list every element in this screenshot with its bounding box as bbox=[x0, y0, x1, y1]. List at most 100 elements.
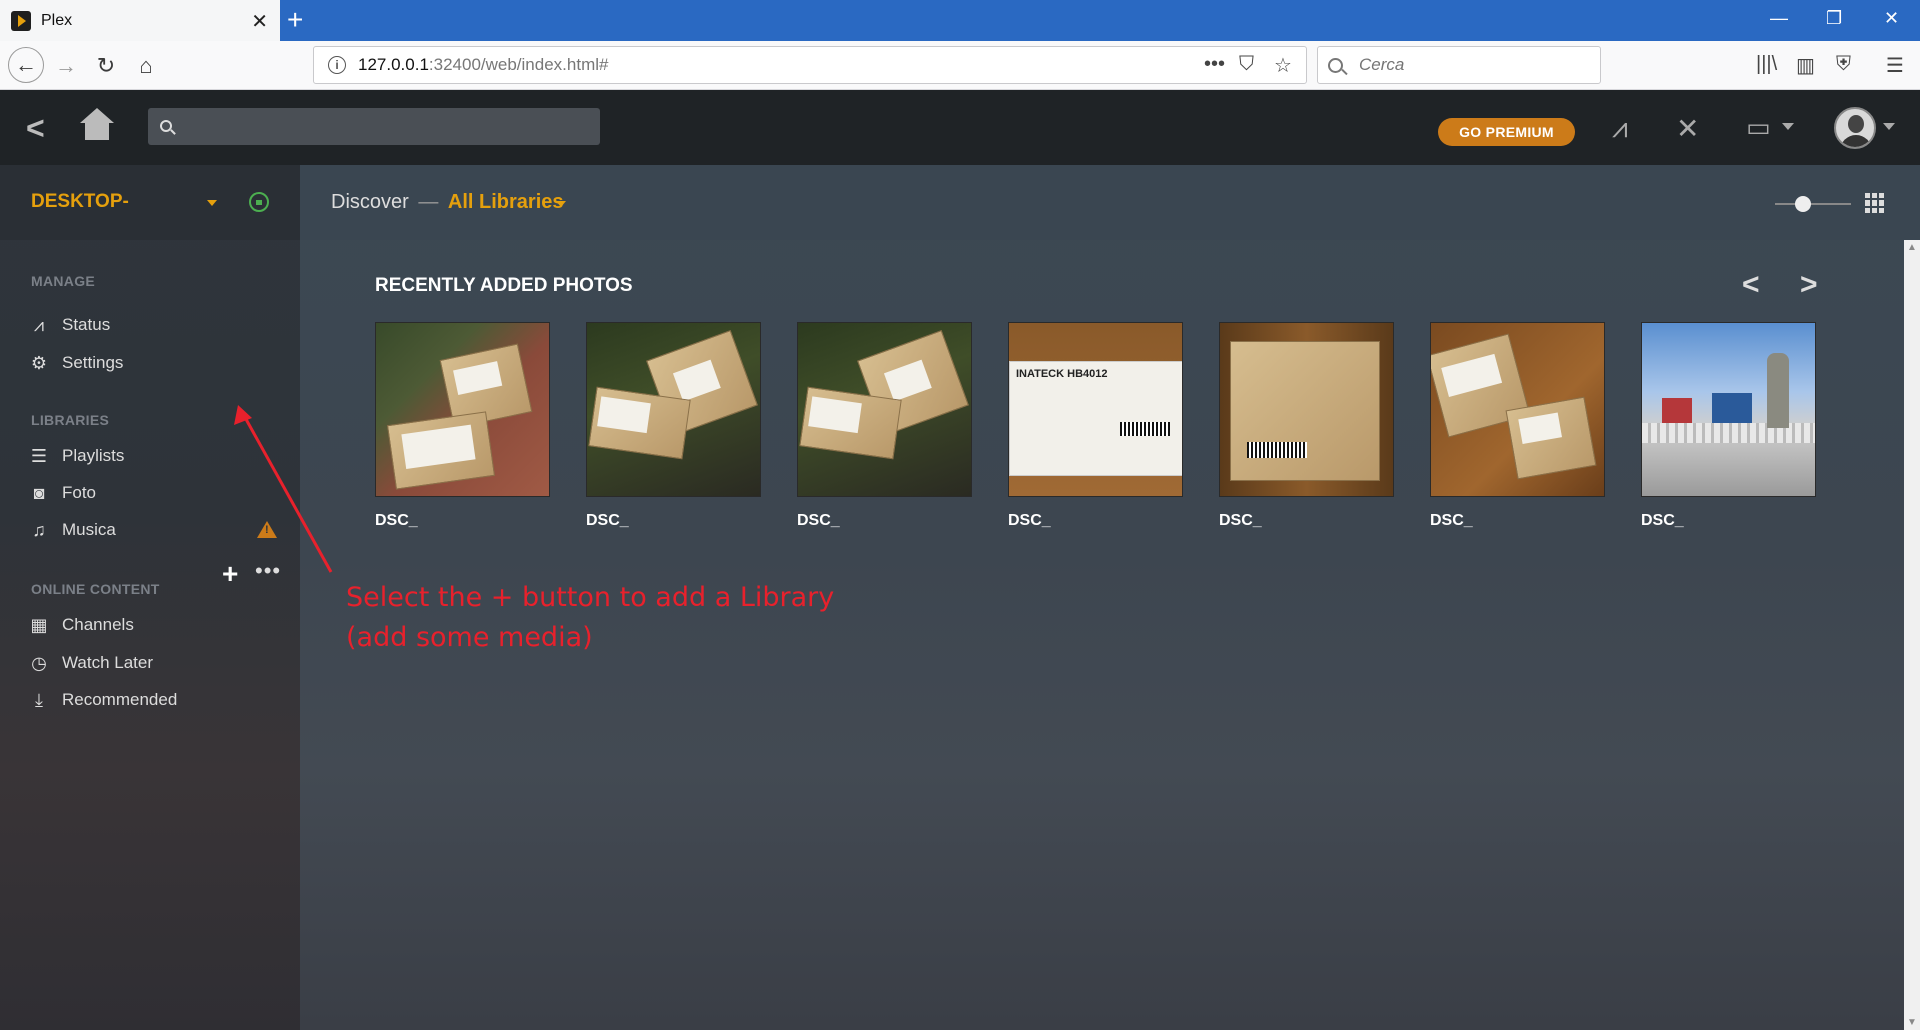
manage-section-title: MANAGE bbox=[31, 273, 96, 289]
avatar[interactable] bbox=[1834, 107, 1876, 149]
tab-close-icon[interactable]: ✕ bbox=[251, 9, 268, 34]
chevron-down-icon[interactable] bbox=[1883, 123, 1895, 130]
warning-icon[interactable] bbox=[257, 521, 277, 538]
page-actions-icon[interactable]: ••• bbox=[1204, 53, 1225, 76]
photo-thumbnail[interactable] bbox=[797, 322, 972, 497]
photo-thumbnail[interactable] bbox=[586, 322, 761, 497]
tools-icon[interactable]: ✕ bbox=[1676, 112, 1699, 145]
pocket-icon[interactable]: ⛉ bbox=[1239, 53, 1254, 76]
add-library-button[interactable]: + bbox=[222, 560, 238, 588]
close-window-icon[interactable]: ✕ bbox=[1884, 8, 1899, 29]
url-text: 127.0.0.1:32400/web/index.html# bbox=[358, 55, 609, 74]
server-selector[interactable]: DESKTOP- bbox=[0, 165, 300, 240]
plex-search-input[interactable] bbox=[148, 108, 600, 145]
reload-icon[interactable]: ↻ bbox=[90, 50, 122, 82]
chevron-down-icon[interactable] bbox=[1782, 123, 1794, 130]
list-icon: ☰ bbox=[30, 445, 48, 466]
photo-label[interactable]: DSC_ bbox=[375, 512, 418, 530]
sidebar-item-channels[interactable]: ▦ Channels bbox=[29, 611, 134, 639]
sidebar-item-label: Playlists bbox=[62, 446, 125, 465]
back-chevron-icon[interactable]: < bbox=[26, 110, 45, 147]
go-premium-button[interactable]: GO PREMIUM bbox=[1438, 118, 1575, 146]
photo-label[interactable]: DSC_ bbox=[1430, 512, 1473, 530]
photo-thumbnail[interactable] bbox=[1430, 322, 1605, 497]
browser-navbar: ← → ↻ ⌂ i 127.0.0.1:32400/web/index.html… bbox=[0, 41, 1920, 90]
sidebar-item-label: Foto bbox=[62, 483, 97, 502]
chevron-down-icon[interactable] bbox=[207, 200, 217, 206]
photo-thumbnail[interactable] bbox=[375, 322, 550, 497]
sidebar-item-label: Settings bbox=[62, 353, 124, 372]
all-libraries-dropdown[interactable]: All Libraries bbox=[448, 191, 564, 213]
photo-thumbnail[interactable]: INATECK HB4012 bbox=[1008, 322, 1183, 497]
online-content-section-title: ONLINE CONTENT bbox=[31, 581, 160, 597]
tab-title: Plex bbox=[41, 11, 73, 29]
annotation-text: Select the + button to add a Library (ad… bbox=[346, 582, 835, 653]
photo-label[interactable]: DSC_ bbox=[1641, 512, 1684, 530]
photo-thumbnail[interactable] bbox=[1641, 322, 1816, 497]
sidebar-item-status[interactable]: ⩘ Status bbox=[29, 311, 110, 339]
sidebar-item-settings[interactable]: ⚙ Settings bbox=[29, 349, 124, 377]
browser-titlebar: Plex ✕ + — ❐ ✕ bbox=[0, 0, 1920, 41]
bookmark-star-icon[interactable]: ☆ bbox=[1274, 53, 1292, 78]
activity-icon[interactable]: ⩘ bbox=[1612, 112, 1628, 145]
slider-knob[interactable] bbox=[1795, 196, 1811, 212]
browser-search-bar[interactable] bbox=[1317, 46, 1601, 84]
chevron-down-icon[interactable] bbox=[556, 201, 566, 207]
photo-label[interactable]: DSC_ bbox=[1219, 512, 1262, 530]
sidebar-item-musica[interactable]: ♫ Musica bbox=[29, 516, 116, 544]
home-icon[interactable] bbox=[80, 108, 114, 140]
breadcrumb: Discover — All Libraries bbox=[331, 191, 564, 213]
discover-bar: Discover — All Libraries bbox=[300, 165, 1920, 240]
sidebar-icon[interactable]: ▥ bbox=[1796, 53, 1815, 78]
scrollbar[interactable]: ▲ ▼ bbox=[1904, 240, 1920, 1030]
sidebar-item-recommended[interactable]: ⤓ Recommended bbox=[29, 686, 177, 714]
sidebar-item-label: Watch Later bbox=[62, 653, 154, 672]
plex-favicon-icon bbox=[11, 10, 31, 31]
hamburger-menu-icon[interactable]: ☰ bbox=[1886, 53, 1904, 78]
photo-label[interactable]: DSC_ bbox=[797, 512, 840, 530]
library-icon[interactable]: |||\ bbox=[1756, 53, 1777, 76]
browser-tab[interactable]: Plex ✕ bbox=[0, 0, 280, 41]
section-title: RECENTLY ADDED PHOTOS bbox=[375, 275, 633, 296]
libraries-section-title: LIBRARIES bbox=[31, 412, 110, 428]
photo-label[interactable]: DSC_ bbox=[1008, 512, 1051, 530]
browser-search-input[interactable] bbox=[1359, 55, 1579, 75]
photo-thumbnail[interactable] bbox=[1219, 322, 1394, 497]
chevron-left-icon[interactable]: < bbox=[1742, 268, 1760, 302]
address-bar[interactable]: i 127.0.0.1:32400/web/index.html# ••• ⛉ … bbox=[313, 46, 1307, 84]
clock-icon: ◷ bbox=[31, 652, 47, 673]
music-icon: ♫ bbox=[32, 519, 46, 540]
more-options-icon[interactable]: ••• bbox=[255, 560, 281, 582]
sidebar-item-label: Status bbox=[62, 315, 111, 334]
camera-icon: ◙ bbox=[33, 482, 45, 503]
site-info-icon[interactable]: i bbox=[328, 56, 346, 74]
download-icon: ⤓ bbox=[35, 689, 43, 710]
search-icon bbox=[1328, 57, 1343, 73]
minimize-icon[interactable]: — bbox=[1770, 8, 1788, 29]
activity-icon: ⩘ bbox=[33, 314, 45, 335]
home-icon[interactable]: ⌂ bbox=[130, 50, 162, 82]
server-name: DESKTOP- bbox=[31, 191, 129, 212]
photo-label[interactable]: DSC_ bbox=[586, 512, 629, 530]
sidebar: DESKTOP- MANAGE ⩘ Status ⚙ Settings LIBR… bbox=[0, 165, 300, 1030]
new-tab-icon[interactable]: + bbox=[287, 4, 303, 36]
lock-icon bbox=[249, 192, 269, 212]
sidebar-item-foto[interactable]: ◙ Foto bbox=[29, 479, 96, 507]
sidebar-item-label: Recommended bbox=[62, 690, 178, 709]
grid-icon: ▦ bbox=[30, 614, 48, 635]
size-slider[interactable] bbox=[1775, 196, 1851, 212]
sidebar-item-watch-later[interactable]: ◷ Watch Later bbox=[29, 649, 153, 677]
shield-icon[interactable]: ⛨ bbox=[1836, 53, 1851, 76]
sidebar-item-label: Channels bbox=[62, 615, 134, 634]
back-arrow-icon[interactable]: ← bbox=[8, 47, 44, 83]
search-icon bbox=[160, 120, 172, 132]
restore-icon[interactable]: ❐ bbox=[1826, 8, 1842, 29]
sidebar-item-playlists[interactable]: ☰ Playlists bbox=[29, 442, 124, 470]
discover-label: Discover bbox=[331, 191, 409, 213]
forward-arrow-icon[interactable]: → bbox=[50, 50, 82, 82]
chevron-right-icon[interactable]: > bbox=[1800, 268, 1818, 302]
cast-icon[interactable]: ▭ bbox=[1746, 112, 1771, 143]
grid-view-icon[interactable] bbox=[1865, 193, 1885, 213]
sidebar-item-label: Musica bbox=[62, 520, 116, 539]
plex-header: < GO PREMIUM ⩘ ✕ ▭ bbox=[0, 90, 1920, 165]
